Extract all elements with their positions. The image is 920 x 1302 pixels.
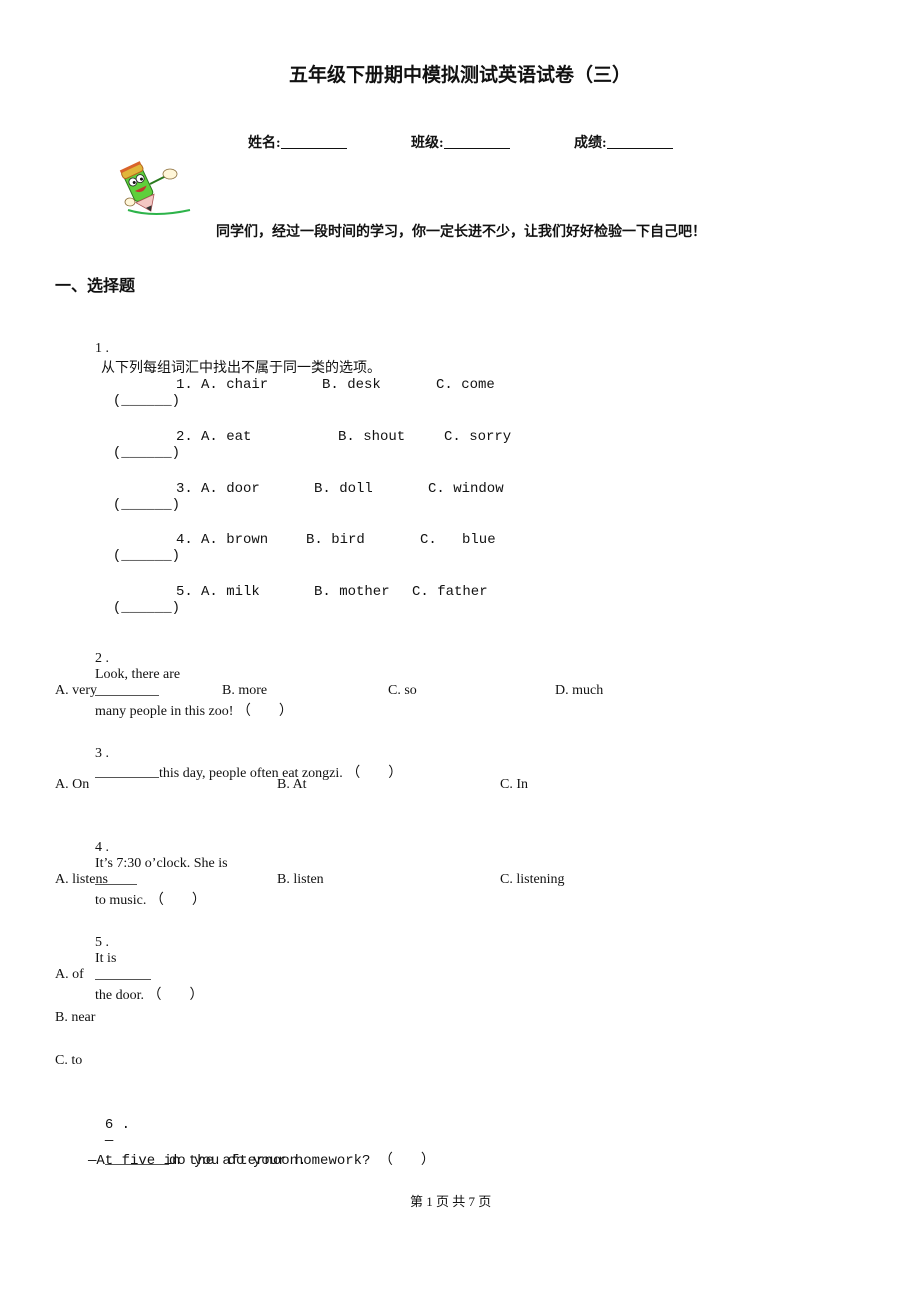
option-c[interactable]: C. so	[388, 683, 417, 699]
question-number: 6 .	[104, 1117, 131, 1133]
answer-paren[interactable]: (______)	[113, 393, 180, 409]
option-b[interactable]: B. near	[55, 1010, 95, 1026]
page-title: 五年级下册期中模拟测试英语试卷（三）	[288, 65, 631, 86]
question-number: 1 .	[95, 341, 109, 356]
question-text-after: to music. （ ）	[95, 893, 206, 908]
answer-blank[interactable]	[95, 967, 151, 980]
score-blank[interactable]	[606, 134, 673, 149]
q1-item-num: 3.	[176, 481, 193, 497]
pencil-mascot-icon	[106, 140, 191, 215]
q1-item-3: (______)	[96, 481, 180, 513]
question-1: 1 . 从下列每组词汇中找出不属于同一类的选项。	[88, 325, 381, 377]
q1-item-4: (______)	[96, 532, 180, 564]
option-a[interactable]: A. On	[55, 777, 89, 793]
answer-paren[interactable]: (______)	[113, 445, 180, 461]
option-c[interactable]: C. In	[500, 777, 528, 793]
class-label: 班级:	[411, 136, 444, 151]
question-number: 2 .	[95, 651, 109, 666]
question-text-before: Look, there are	[95, 667, 181, 682]
option-a: A. door	[201, 481, 260, 497]
option-c[interactable]: C. to	[55, 1053, 82, 1069]
greeting-text: 同学们，经过一段时间的学习，你一定长进不少，让我们好好检验一下自己吧！	[216, 224, 706, 240]
question-text-after: the door. （ ）	[95, 988, 204, 1003]
answer-blank[interactable]	[95, 765, 159, 778]
option-c[interactable]: C. listening	[500, 872, 565, 888]
option-d[interactable]: D. much	[555, 683, 603, 699]
option-c: C. sorry	[444, 429, 512, 445]
option-a: A. brown	[201, 532, 269, 548]
option-b: B. shout	[338, 429, 406, 445]
option-c: C. blue	[420, 532, 496, 548]
name-blank[interactable]	[280, 134, 347, 149]
page-footer: 第 1 页 共 7 页	[410, 1194, 492, 1209]
answer-blank[interactable]	[95, 683, 159, 696]
option-a: A. eat	[201, 429, 252, 445]
option-c: C. window	[428, 481, 504, 497]
question-5: 5 . It is the door. （ ）	[88, 919, 204, 1004]
q1-item-num: 4.	[176, 532, 193, 548]
question-2: 2 . Look, there are many people in this …	[88, 635, 293, 720]
name-label: 姓名:	[248, 136, 281, 151]
option-a[interactable]: A. listens	[55, 872, 108, 888]
option-b[interactable]: B. more	[222, 683, 267, 699]
answer-paren[interactable]: (______)	[113, 600, 180, 616]
question-number: 4 .	[95, 840, 109, 855]
class-field[interactable]: 班级:	[404, 116, 510, 152]
option-a: A. chair	[201, 377, 269, 393]
q1-item-5: (______)	[96, 584, 180, 616]
option-a[interactable]: A. very	[55, 683, 97, 699]
q1-item-2: (______)	[96, 429, 180, 461]
option-c: C. come	[436, 377, 495, 393]
section-title: 一、选择题	[55, 276, 136, 295]
class-blank[interactable]	[443, 134, 510, 149]
question-3: 3 . this day, people often eat zongzi. （…	[88, 730, 402, 782]
option-b: B. desk	[322, 377, 381, 393]
answer-paren[interactable]: (______)	[113, 548, 180, 564]
name-field[interactable]: 姓名:	[241, 116, 347, 152]
option-a[interactable]: A. of	[55, 967, 84, 983]
option-a: A. milk	[201, 584, 260, 600]
question-4: 4 . It’s 7:30 o’clock. She is to music. …	[88, 824, 228, 909]
option-b[interactable]: B. At	[277, 777, 307, 793]
answer-line: —At five in the afternoon.	[88, 1153, 307, 1169]
question-text-before: It is	[95, 951, 117, 966]
question-text-after: many people in this zoo! （ ）	[95, 704, 293, 719]
question-text-before: It’s 7:30 o’clock. She is	[95, 856, 228, 871]
score-field[interactable]: 成绩:	[567, 116, 673, 152]
option-b: B. doll	[314, 481, 373, 497]
q1-item-num: 2.	[176, 429, 193, 445]
q1-item-num: 1.	[176, 377, 193, 393]
option-b: B. mother	[314, 584, 390, 600]
question-text-before: —	[104, 1133, 114, 1149]
q1-item-1: (______)	[96, 377, 180, 409]
option-b: B. bird	[306, 532, 365, 548]
option-b[interactable]: B. listen	[277, 872, 324, 888]
score-label: 成绩:	[574, 136, 607, 151]
question-prompt: 从下列每组词汇中找出不属于同一类的选项。	[101, 361, 381, 376]
answer-paren[interactable]: (______)	[113, 497, 180, 513]
question-number: 3 .	[95, 746, 109, 761]
q1-item-num: 5.	[176, 584, 193, 600]
option-c: C. father	[412, 584, 488, 600]
question-number: 5 .	[95, 935, 109, 950]
